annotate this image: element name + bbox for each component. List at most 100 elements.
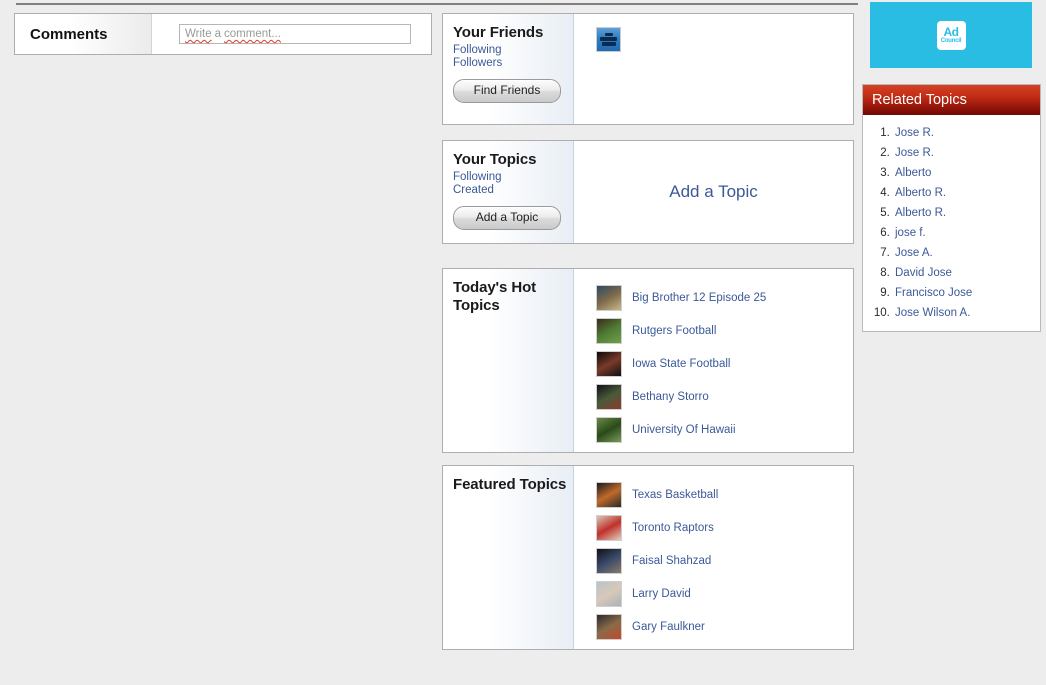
list-item: Alberto R. — [893, 183, 1032, 203]
comments-panel: Comments Write a comment... — [14, 13, 432, 55]
featured-topics-title: Featured Topics — [453, 476, 567, 493]
bigbrother-thumb[interactable] — [596, 284, 622, 311]
featured-topics-sidebar: Featured Topics — [443, 466, 574, 649]
related-topics-header: Related Topics — [863, 85, 1040, 115]
related-topic-link[interactable]: Jose A. — [895, 247, 933, 259]
related-topic-link[interactable]: Francisco Jose — [895, 287, 972, 299]
add-a-topic-button[interactable]: Add a Topic — [453, 205, 561, 230]
thumbnail-image — [597, 515, 621, 540]
friends-avatar-area — [574, 14, 853, 52]
ad-banner[interactable]: Ad Council — [870, 2, 1032, 68]
list-item: jose f. — [893, 223, 1032, 243]
related-topic-link[interactable]: Alberto R. — [895, 207, 946, 219]
thumbnail-image — [597, 581, 621, 606]
list-item: Bethany Storro — [596, 380, 853, 413]
page-root: Comments Write a comment... Your Friends… — [0, 0, 1046, 685]
larrydavid-thumb[interactable] — [596, 580, 622, 607]
list-item: Iowa State Football — [596, 347, 853, 380]
featured-topics-content: Texas Basketball Toronto Raptors Faisal Sh… — [574, 466, 853, 649]
topics-link-created[interactable]: Created — [453, 184, 573, 197]
bethany-thumb[interactable] — [596, 383, 622, 410]
list-item: Jose Wilson A. — [893, 303, 1032, 323]
topic-link[interactable]: Toronto Raptors — [632, 522, 714, 534]
related-topics-panel: Related Topics Jose R. Jose R. Alberto Albe… — [862, 84, 1041, 332]
topic-link[interactable]: Texas Basketball — [632, 489, 718, 501]
list-item: Jose A. — [893, 243, 1032, 263]
topic-link[interactable]: Iowa State Football — [632, 358, 730, 370]
your-topics-title: Your Topics — [453, 151, 537, 168]
friends-link-followers[interactable]: Followers — [453, 57, 573, 70]
list-item: Larry David — [596, 577, 853, 610]
thumbnail-image — [597, 417, 621, 442]
list-item: Alberto R. — [893, 203, 1032, 223]
faisal-thumb[interactable] — [596, 547, 622, 574]
list-item: Faisal Shahzad — [596, 544, 853, 577]
hot-topics-panel: Today's Hot Topics Big Brother 12 Episod… — [442, 268, 854, 453]
comments-input-cell: Write a comment... — [152, 24, 431, 44]
topic-link[interactable]: Faisal Shahzad — [632, 555, 711, 567]
topic-link[interactable]: University Of Hawaii — [632, 424, 736, 436]
your-friends-title: Your Friends — [453, 24, 544, 41]
your-friends-content — [574, 14, 853, 124]
list-item: Alberto — [893, 163, 1032, 183]
ad-logo-line-1: Ad — [943, 25, 960, 39]
topic-link[interactable]: Bethany Storro — [632, 391, 709, 403]
your-topics-content: Add a Topic — [574, 141, 853, 243]
your-friends-sidebar: Your Friends Following Followers Find Fr… — [443, 14, 574, 124]
featured-topics-panel: Featured Topics Texas Basketball Toronto … — [442, 465, 854, 650]
list-item: Jose R. — [893, 123, 1032, 143]
hawaii-thumb[interactable] — [596, 416, 622, 443]
related-topic-link[interactable]: Jose R. — [895, 147, 934, 159]
hot-topics-list: Big Brother 12 Episode 25 Rutgers Footbal… — [574, 269, 853, 446]
related-topic-link[interactable]: Jose R. — [895, 127, 934, 139]
related-topic-link[interactable]: jose f. — [895, 227, 926, 239]
comments-label-cell: Comments — [15, 14, 152, 54]
topic-link[interactable]: Larry David — [632, 588, 691, 600]
avatar[interactable] — [596, 27, 621, 52]
ad-logo-line-2: Council — [940, 38, 962, 44]
list-item: Jose R. — [893, 143, 1032, 163]
ad-council-logo-icon: Ad Council — [936, 20, 966, 50]
page-title: Comments — [30, 25, 108, 43]
texas-thumb[interactable] — [596, 481, 622, 508]
related-topic-link[interactable]: David Jose — [895, 267, 952, 279]
placeholder-word-2: a — [214, 28, 222, 40]
placeholder-word-3: comment... — [224, 28, 281, 40]
your-topics-panel: Your Topics Following Created Add a Topi… — [442, 140, 854, 244]
hot-topics-sidebar: Today's Hot Topics — [443, 269, 574, 452]
related-topic-link[interactable]: Alberto — [895, 167, 931, 179]
topics-link-following[interactable]: Following — [453, 171, 573, 184]
list-item: Big Brother 12 Episode 25 — [596, 281, 853, 314]
rutgers-thumb[interactable] — [596, 317, 622, 344]
list-item: Texas Basketball — [596, 478, 853, 511]
raptors-thumb[interactable] — [596, 514, 622, 541]
thumbnail-image — [597, 351, 621, 376]
top-divider — [16, 3, 858, 5]
iowastate-thumb[interactable] — [596, 350, 622, 377]
list-item: Francisco Jose — [893, 283, 1032, 303]
list-item: Toronto Raptors — [596, 511, 853, 544]
friends-link-following[interactable]: Following — [453, 44, 573, 57]
list-item: David Jose — [893, 263, 1032, 283]
your-friends-panel: Your Friends Following Followers Find Fr… — [442, 13, 854, 125]
related-topic-link[interactable]: Alberto R. — [895, 187, 946, 199]
topic-link[interactable]: Big Brother 12 Episode 25 — [632, 292, 766, 304]
featured-topics-list: Texas Basketball Toronto Raptors Faisal Sh… — [574, 466, 853, 643]
list-item: Rutgers Football — [596, 314, 853, 347]
topic-link[interactable]: Rutgers Football — [632, 325, 716, 337]
thumbnail-image — [597, 548, 621, 573]
thumbnail-image — [597, 614, 621, 639]
thumbnail-image — [597, 482, 621, 507]
find-friends-button[interactable]: Find Friends — [453, 78, 561, 103]
your-topics-sidebar: Your Topics Following Created Add a Topi… — [443, 141, 574, 243]
topic-link[interactable]: Gary Faulkner — [632, 621, 705, 633]
add-a-topic-link[interactable]: Add a Topic — [574, 182, 853, 202]
related-topic-link[interactable]: Jose Wilson A. — [895, 307, 970, 319]
hot-topics-content: Big Brother 12 Episode 25 Rutgers Footbal… — [574, 269, 853, 452]
gary-thumb[interactable] — [596, 613, 622, 640]
placeholder-word-1: Write — [185, 28, 212, 40]
hot-topics-title: Today's Hot Topics — [453, 279, 537, 314]
list-item: Gary Faulkner — [596, 610, 853, 643]
thumbnail-image — [597, 318, 621, 343]
comment-input[interactable]: Write a comment... — [179, 24, 411, 44]
